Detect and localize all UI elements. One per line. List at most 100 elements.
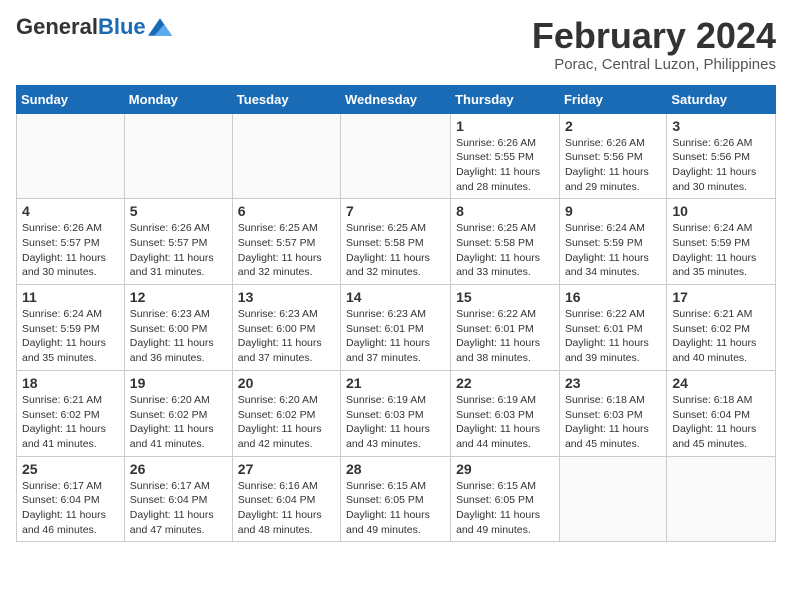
day-number: 16 bbox=[565, 289, 661, 305]
day-info: Sunrise: 6:26 AM Sunset: 5:57 PM Dayligh… bbox=[130, 221, 227, 280]
day-number: 11 bbox=[22, 289, 119, 305]
month-year: February 2024 bbox=[532, 16, 776, 56]
week-row-3: 11 Sunrise: 6:24 AM Sunset: 5:59 PM Dayli… bbox=[17, 285, 776, 371]
header-tuesday: Tuesday bbox=[232, 85, 340, 113]
week-row-2: 4 Sunrise: 6:26 AM Sunset: 5:57 PM Daylig… bbox=[17, 199, 776, 285]
header-monday: Monday bbox=[124, 85, 232, 113]
day-info: Sunrise: 6:21 AM Sunset: 6:02 PM Dayligh… bbox=[22, 393, 119, 452]
location: Porac, Central Luzon, Philippines bbox=[532, 56, 776, 73]
header-sunday: Sunday bbox=[17, 85, 125, 113]
day-number: 21 bbox=[346, 375, 445, 391]
table-cell: 9 Sunrise: 6:24 AM Sunset: 5:59 PM Daylig… bbox=[559, 199, 666, 285]
table-cell: 15 Sunrise: 6:22 AM Sunset: 6:01 PM Dayli… bbox=[451, 285, 560, 371]
day-number: 14 bbox=[346, 289, 445, 305]
table-cell: 23 Sunrise: 6:18 AM Sunset: 6:03 PM Dayli… bbox=[559, 370, 666, 456]
week-row-5: 25Sunrise: 6:17 AM Sunset: 6:04 PM Dayli… bbox=[17, 456, 776, 542]
day-info: Sunrise: 6:23 AM Sunset: 6:00 PM Dayligh… bbox=[238, 307, 335, 366]
day-number: 29 bbox=[456, 461, 554, 477]
day-info: Sunrise: 6:19 AM Sunset: 6:03 PM Dayligh… bbox=[456, 393, 554, 452]
day-info: Sunrise: 6:20 AM Sunset: 6:02 PM Dayligh… bbox=[238, 393, 335, 452]
header-wednesday: Wednesday bbox=[341, 85, 451, 113]
day-number: 6 bbox=[238, 203, 335, 219]
day-number: 4 bbox=[22, 203, 119, 219]
day-info: Sunrise: 6:17 AM Sunset: 6:04 PM Dayligh… bbox=[22, 479, 119, 538]
table-cell: 18 Sunrise: 6:21 AM Sunset: 6:02 PM Dayli… bbox=[17, 370, 125, 456]
logo-text: GeneralBlue bbox=[16, 16, 146, 38]
calendar-header: Sunday Monday Tuesday Wednesday Thursday… bbox=[17, 85, 776, 113]
logo: GeneralBlue bbox=[16, 16, 172, 38]
title-area: February 2024 Porac, Central Luzon, Phil… bbox=[532, 16, 776, 73]
logo-blue: Blue bbox=[98, 14, 146, 39]
table-cell: 4 Sunrise: 6:26 AM Sunset: 5:57 PM Daylig… bbox=[17, 199, 125, 285]
day-info: Sunrise: 6:23 AM Sunset: 6:00 PM Dayligh… bbox=[130, 307, 227, 366]
day-number: 3 bbox=[672, 118, 770, 134]
day-number: 15 bbox=[456, 289, 554, 305]
header: GeneralBlue February 2024 Porac, Central… bbox=[16, 16, 776, 73]
table-cell: 12 Sunrise: 6:23 AM Sunset: 6:00 PM Dayli… bbox=[124, 285, 232, 371]
week-row-1: 1Sunrise: 6:26 AM Sunset: 5:55 PM Daylig… bbox=[17, 113, 776, 199]
day-number: 2 bbox=[565, 118, 661, 134]
day-number: 20 bbox=[238, 375, 335, 391]
table-cell bbox=[17, 113, 125, 199]
header-saturday: Saturday bbox=[667, 85, 776, 113]
day-number: 10 bbox=[672, 203, 770, 219]
day-number: 23 bbox=[565, 375, 661, 391]
day-number: 7 bbox=[346, 203, 445, 219]
table-cell: 11 Sunrise: 6:24 AM Sunset: 5:59 PM Dayli… bbox=[17, 285, 125, 371]
table-cell bbox=[559, 456, 666, 542]
day-info: Sunrise: 6:24 AM Sunset: 5:59 PM Dayligh… bbox=[672, 221, 770, 280]
calendar-table: Sunday Monday Tuesday Wednesday Thursday… bbox=[16, 85, 776, 543]
day-info: Sunrise: 6:15 AM Sunset: 6:05 PM Dayligh… bbox=[456, 479, 554, 538]
day-info: Sunrise: 6:24 AM Sunset: 5:59 PM Dayligh… bbox=[22, 307, 119, 366]
day-info: Sunrise: 6:20 AM Sunset: 6:02 PM Dayligh… bbox=[130, 393, 227, 452]
day-number: 12 bbox=[130, 289, 227, 305]
table-cell bbox=[667, 456, 776, 542]
table-cell bbox=[124, 113, 232, 199]
day-info: Sunrise: 6:18 AM Sunset: 6:04 PM Dayligh… bbox=[672, 393, 770, 452]
day-number: 9 bbox=[565, 203, 661, 219]
day-number: 8 bbox=[456, 203, 554, 219]
logo-general: General bbox=[16, 14, 98, 39]
table-cell bbox=[232, 113, 340, 199]
table-cell: 19 Sunrise: 6:20 AM Sunset: 6:02 PM Dayli… bbox=[124, 370, 232, 456]
logo-icon bbox=[148, 18, 172, 36]
calendar-body: 1Sunrise: 6:26 AM Sunset: 5:55 PM Daylig… bbox=[17, 113, 776, 542]
table-cell: 3 Sunrise: 6:26 AM Sunset: 5:56 PM Daylig… bbox=[667, 113, 776, 199]
table-cell: 10 Sunrise: 6:24 AM Sunset: 5:59 PM Dayli… bbox=[667, 199, 776, 285]
table-cell: 20 Sunrise: 6:20 AM Sunset: 6:02 PM Dayli… bbox=[232, 370, 340, 456]
day-number: 22 bbox=[456, 375, 554, 391]
day-number: 26 bbox=[130, 461, 227, 477]
table-cell: 7Sunrise: 6:25 AM Sunset: 5:58 PM Daylig… bbox=[341, 199, 451, 285]
day-info: Sunrise: 6:26 AM Sunset: 5:57 PM Dayligh… bbox=[22, 221, 119, 280]
table-cell: 16Sunrise: 6:22 AM Sunset: 6:01 PM Dayli… bbox=[559, 285, 666, 371]
table-cell bbox=[341, 113, 451, 199]
day-info: Sunrise: 6:26 AM Sunset: 5:56 PM Dayligh… bbox=[565, 136, 661, 195]
table-cell: 26 Sunrise: 6:17 AM Sunset: 6:04 PM Dayli… bbox=[124, 456, 232, 542]
table-cell: 24 Sunrise: 6:18 AM Sunset: 6:04 PM Dayli… bbox=[667, 370, 776, 456]
day-number: 27 bbox=[238, 461, 335, 477]
table-cell: 22 Sunrise: 6:19 AM Sunset: 6:03 PM Dayli… bbox=[451, 370, 560, 456]
day-info: Sunrise: 6:22 AM Sunset: 6:01 PM Dayligh… bbox=[456, 307, 554, 366]
day-number: 5 bbox=[130, 203, 227, 219]
day-info: Sunrise: 6:24 AM Sunset: 5:59 PM Dayligh… bbox=[565, 221, 661, 280]
table-cell: 21Sunrise: 6:19 AM Sunset: 6:03 PM Dayli… bbox=[341, 370, 451, 456]
day-info: Sunrise: 6:23 AM Sunset: 6:01 PM Dayligh… bbox=[346, 307, 445, 366]
week-row-4: 18 Sunrise: 6:21 AM Sunset: 6:02 PM Dayli… bbox=[17, 370, 776, 456]
table-cell: 6 Sunrise: 6:25 AM Sunset: 5:57 PM Daylig… bbox=[232, 199, 340, 285]
day-number: 24 bbox=[672, 375, 770, 391]
day-info: Sunrise: 6:15 AM Sunset: 6:05 PM Dayligh… bbox=[346, 479, 445, 538]
day-number: 19 bbox=[130, 375, 227, 391]
day-info: Sunrise: 6:18 AM Sunset: 6:03 PM Dayligh… bbox=[565, 393, 661, 452]
header-thursday: Thursday bbox=[451, 85, 560, 113]
day-info: Sunrise: 6:25 AM Sunset: 5:58 PM Dayligh… bbox=[456, 221, 554, 280]
day-number: 18 bbox=[22, 375, 119, 391]
table-cell: 1Sunrise: 6:26 AM Sunset: 5:55 PM Daylig… bbox=[451, 113, 560, 199]
table-cell: 14 Sunrise: 6:23 AM Sunset: 6:01 PM Dayli… bbox=[341, 285, 451, 371]
table-cell: 13Sunrise: 6:23 AM Sunset: 6:00 PM Dayli… bbox=[232, 285, 340, 371]
day-info: Sunrise: 6:26 AM Sunset: 5:56 PM Dayligh… bbox=[672, 136, 770, 195]
header-row: Sunday Monday Tuesday Wednesday Thursday… bbox=[17, 85, 776, 113]
day-info: Sunrise: 6:25 AM Sunset: 5:57 PM Dayligh… bbox=[238, 221, 335, 280]
table-cell: 2 Sunrise: 6:26 AM Sunset: 5:56 PM Daylig… bbox=[559, 113, 666, 199]
day-info: Sunrise: 6:17 AM Sunset: 6:04 PM Dayligh… bbox=[130, 479, 227, 538]
table-cell: 27Sunrise: 6:16 AM Sunset: 6:04 PM Dayli… bbox=[232, 456, 340, 542]
